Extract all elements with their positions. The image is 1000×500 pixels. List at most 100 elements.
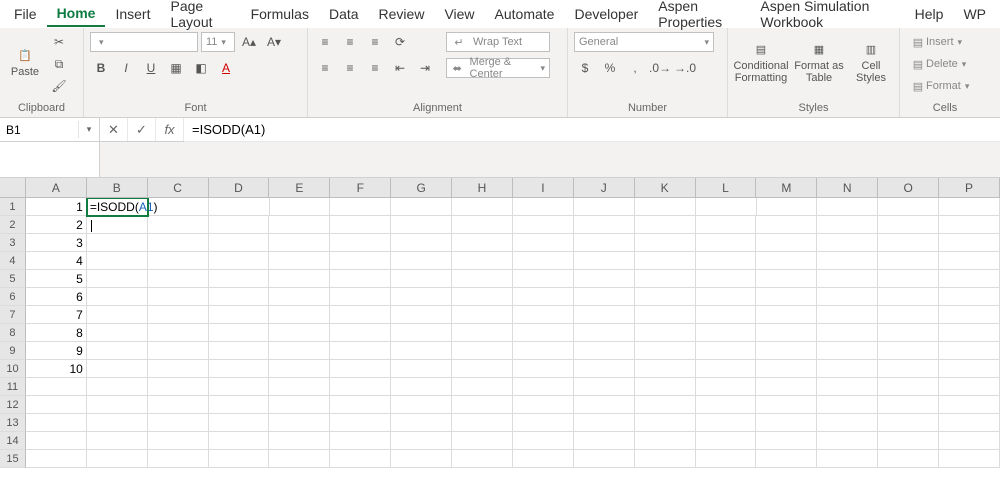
row-header[interactable]: 13 xyxy=(0,414,26,432)
cell[interactable] xyxy=(817,288,878,306)
cell[interactable] xyxy=(209,324,270,342)
cell[interactable] xyxy=(878,234,939,252)
cell[interactable] xyxy=(635,288,696,306)
cell[interactable] xyxy=(756,378,817,396)
cell[interactable] xyxy=(87,450,148,468)
cell[interactable] xyxy=(513,396,574,414)
cell[interactable] xyxy=(696,306,757,324)
cell[interactable] xyxy=(635,324,696,342)
cell[interactable] xyxy=(939,342,1000,360)
cell[interactable] xyxy=(878,378,939,396)
cell[interactable] xyxy=(26,414,87,432)
cell[interactable] xyxy=(513,342,574,360)
cell[interactable] xyxy=(635,378,696,396)
copy-button[interactable]: ⧉ xyxy=(48,54,70,74)
cell[interactable] xyxy=(878,342,939,360)
cell[interactable] xyxy=(817,396,878,414)
cell[interactable] xyxy=(87,396,148,414)
cell[interactable] xyxy=(87,360,148,378)
cell[interactable] xyxy=(209,270,270,288)
cell[interactable] xyxy=(756,360,817,378)
paste-button[interactable]: 📋 Paste xyxy=(6,32,44,94)
cell[interactable] xyxy=(513,216,574,234)
cell[interactable] xyxy=(696,270,757,288)
cell[interactable] xyxy=(939,414,1000,432)
cell[interactable] xyxy=(209,288,270,306)
tab-insert[interactable]: Insert xyxy=(105,2,160,26)
cell[interactable] xyxy=(209,234,270,252)
cell[interactable] xyxy=(756,324,817,342)
cell[interactable] xyxy=(391,450,452,468)
cell[interactable] xyxy=(330,450,391,468)
cell[interactable] xyxy=(209,306,270,324)
cell[interactable] xyxy=(574,432,635,450)
cell[interactable] xyxy=(696,234,757,252)
cell[interactable] xyxy=(330,252,391,270)
cell[interactable] xyxy=(452,324,513,342)
cell[interactable] xyxy=(148,378,209,396)
row-header[interactable]: 12 xyxy=(0,396,26,414)
cell[interactable] xyxy=(696,198,757,216)
cell[interactable] xyxy=(696,396,757,414)
cell[interactable] xyxy=(209,342,270,360)
column-header[interactable]: K xyxy=(635,178,696,197)
cell[interactable] xyxy=(269,342,330,360)
column-header[interactable]: J xyxy=(574,178,635,197)
underline-button[interactable]: U xyxy=(140,58,162,78)
cell[interactable] xyxy=(148,396,209,414)
cell[interactable] xyxy=(330,342,391,360)
percent-button[interactable]: % xyxy=(599,58,621,78)
row-header[interactable]: 11 xyxy=(0,378,26,396)
select-all-corner[interactable] xyxy=(0,178,26,197)
cell[interactable] xyxy=(513,360,574,378)
cell[interactable] xyxy=(209,450,270,468)
cell[interactable] xyxy=(209,378,270,396)
currency-button[interactable]: $ xyxy=(574,58,596,78)
cell[interactable] xyxy=(696,324,757,342)
column-header[interactable]: N xyxy=(817,178,878,197)
cell[interactable] xyxy=(330,198,391,216)
cell[interactable] xyxy=(209,360,270,378)
column-header[interactable]: P xyxy=(939,178,1000,197)
row-header[interactable]: 10 xyxy=(0,360,26,378)
cell[interactable] xyxy=(574,396,635,414)
cell[interactable] xyxy=(574,306,635,324)
row-header[interactable]: 9 xyxy=(0,342,26,360)
tab-formulas[interactable]: Formulas xyxy=(241,2,319,26)
cell[interactable] xyxy=(939,252,1000,270)
cell[interactable] xyxy=(269,360,330,378)
fx-button[interactable]: fx xyxy=(156,118,184,141)
column-header[interactable]: I xyxy=(513,178,574,197)
cell[interactable] xyxy=(817,360,878,378)
cell[interactable] xyxy=(330,288,391,306)
cell[interactable] xyxy=(330,324,391,342)
cell[interactable] xyxy=(939,234,1000,252)
cell[interactable] xyxy=(269,306,330,324)
indent-dec-button[interactable]: ⇤ xyxy=(389,58,411,78)
cell[interactable] xyxy=(26,396,87,414)
cell[interactable] xyxy=(939,360,1000,378)
cell[interactable] xyxy=(817,432,878,450)
italic-button[interactable]: I xyxy=(115,58,137,78)
cell[interactable] xyxy=(330,270,391,288)
cell[interactable] xyxy=(452,360,513,378)
cell[interactable]: 10 xyxy=(26,360,87,378)
cell[interactable] xyxy=(878,252,939,270)
cell[interactable] xyxy=(756,270,817,288)
row-header[interactable]: 6 xyxy=(0,288,26,306)
cell[interactable] xyxy=(209,216,270,234)
cell[interactable] xyxy=(391,342,452,360)
align-center-button[interactable]: ≡ xyxy=(339,58,361,78)
cell[interactable] xyxy=(574,198,635,216)
cell[interactable] xyxy=(148,252,209,270)
cell[interactable] xyxy=(635,306,696,324)
cell[interactable] xyxy=(269,432,330,450)
cell[interactable] xyxy=(148,432,209,450)
cell[interactable] xyxy=(939,216,1000,234)
decrease-font-button[interactable]: A▾ xyxy=(263,32,285,52)
cell[interactable] xyxy=(209,198,270,216)
cell[interactable] xyxy=(452,252,513,270)
cell[interactable] xyxy=(513,414,574,432)
cell[interactable]: 5 xyxy=(26,270,87,288)
column-header[interactable]: C xyxy=(148,178,209,197)
